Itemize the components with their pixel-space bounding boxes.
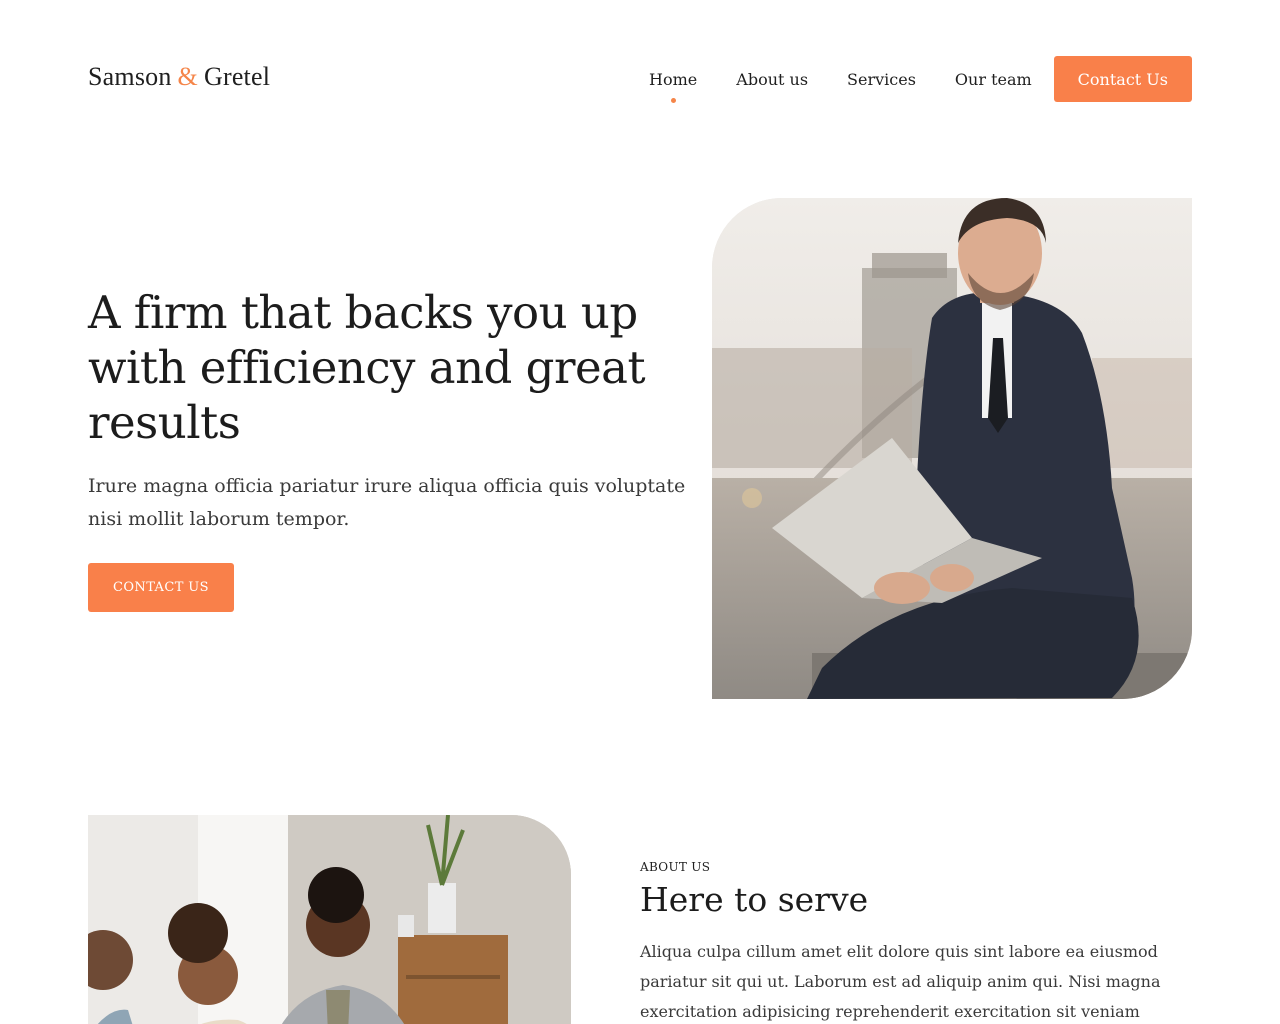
nav-about-us[interactable]: About us bbox=[736, 70, 808, 89]
nav-home[interactable]: Home bbox=[649, 70, 697, 103]
hero-photo-businessman bbox=[712, 198, 1192, 699]
hero-contact-button[interactable]: CONTACT US bbox=[88, 563, 234, 612]
nav-services[interactable]: Services bbox=[847, 70, 916, 89]
logo-ampersand: & bbox=[177, 62, 198, 91]
logo-second: Gretel bbox=[203, 62, 271, 91]
nav-our-team[interactable]: Our team bbox=[955, 70, 1032, 89]
logo[interactable]: Samson & Gretel bbox=[88, 62, 270, 92]
hero-subtitle: Irure magna officia pariatur irure aliqu… bbox=[88, 475, 686, 530]
site-header: Samson & Gretel Home About us Services Our… bbox=[88, 56, 1192, 103]
about-title: Here to serve bbox=[640, 880, 869, 919]
contact-us-button[interactable]: Contact Us bbox=[1053, 56, 1192, 102]
logo-first: Samson bbox=[88, 62, 172, 91]
hero-title: A firm that backs you up with efficiency… bbox=[88, 286, 646, 449]
main-nav: Home About us Services Our team Contact … bbox=[649, 56, 1192, 103]
about-photo-team bbox=[88, 815, 571, 1024]
about-eyebrow: ABOUT US bbox=[640, 860, 711, 874]
about-text: Aliqua culpa cillum amet elit dolore qui… bbox=[640, 942, 1161, 1021]
